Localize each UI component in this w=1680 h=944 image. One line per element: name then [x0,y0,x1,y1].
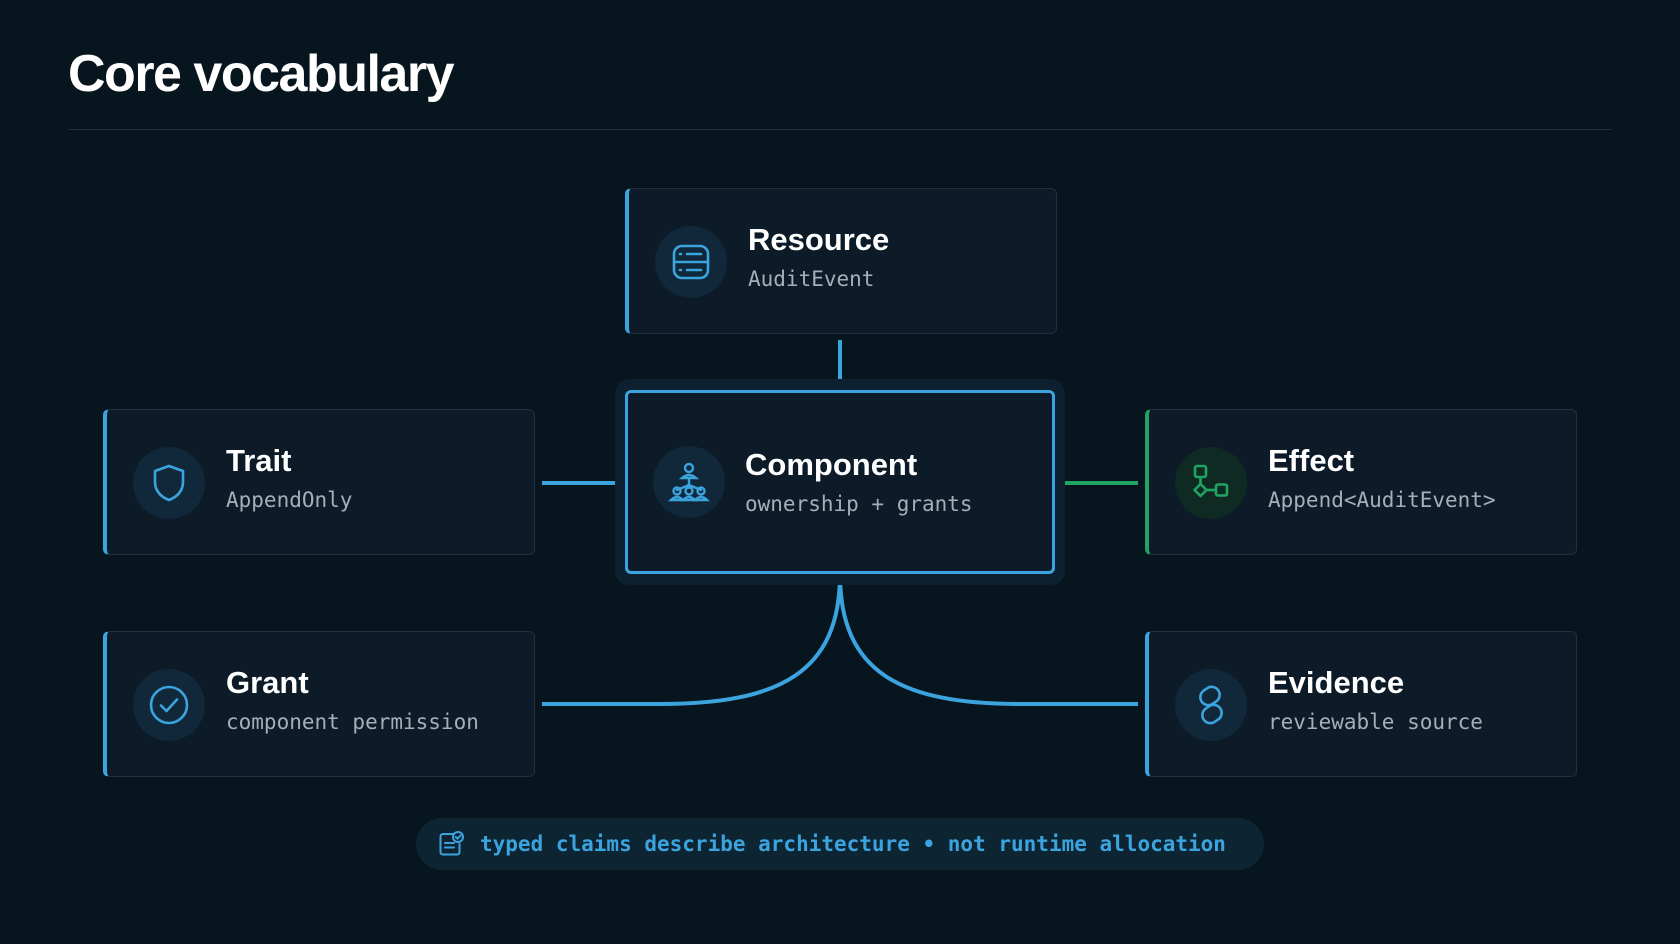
edge-component-evidence [838,573,1138,706]
workflow-icon [1175,447,1247,519]
edge-component-grant [542,573,842,706]
link-icon [1175,669,1247,741]
node-component-subtitle: ownership + grants [745,492,973,516]
shield-icon [133,447,205,519]
node-effect[interactable]: Effect Append<AuditEvent> [1145,409,1577,555]
node-evidence-subtitle: reviewable source [1268,710,1483,734]
node-trait-subtitle: AppendOnly [226,488,353,512]
node-component-title: Component [745,447,918,482]
node-component[interactable]: Component ownership + grants [625,390,1055,574]
footer-text: typed claims describe architecture • not… [480,832,1226,856]
node-resource[interactable]: Resource AuditEvent [625,188,1057,334]
hierarchy-icon [653,446,725,518]
server-icon [655,226,727,298]
node-trait-title: Trait [226,443,292,478]
node-evidence-title: Evidence [1268,665,1405,700]
node-trait[interactable]: Trait AppendOnly [103,409,535,555]
document-check-icon [436,829,466,859]
node-evidence[interactable]: Evidence reviewable source [1145,631,1577,777]
node-effect-title: Effect [1268,443,1355,478]
node-grant-subtitle: component permission [226,710,479,734]
check-circle-icon [133,669,205,741]
node-grant-title: Grant [226,665,309,700]
node-grant[interactable]: Grant component permission [103,631,535,777]
node-effect-subtitle: Append<AuditEvent> [1268,488,1496,512]
footer-note: typed claims describe architecture • not… [416,818,1264,870]
node-resource-title: Resource [748,222,890,257]
node-resource-subtitle: AuditEvent [748,267,875,291]
